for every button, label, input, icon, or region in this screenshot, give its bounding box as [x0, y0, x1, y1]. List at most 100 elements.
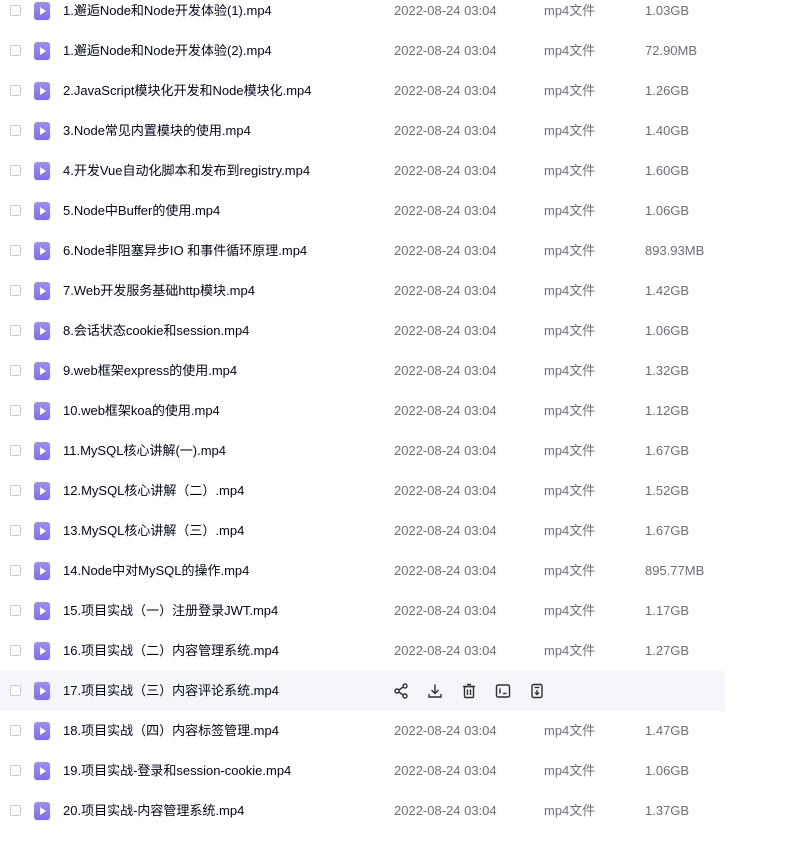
row-checkbox[interactable]: [10, 525, 21, 536]
row-checkbox[interactable]: [10, 85, 21, 96]
file-type: mp4文件: [544, 323, 596, 338]
file-type: mp4文件: [544, 563, 596, 578]
file-name[interactable]: 17.项目实战（三）内容评论系统.mp4: [63, 671, 279, 711]
file-name[interactable]: 9.web框架express的使用.mp4: [63, 351, 237, 391]
file-name[interactable]: 1.邂逅Node和Node开发体验(1).mp4: [63, 0, 272, 31]
file-row[interactable]: 16.项目实战（二）内容管理系统.mp4 2022-08-24 03:04 mp4文…: [0, 631, 725, 671]
delete-icon[interactable]: [460, 682, 478, 700]
row-checkbox[interactable]: [10, 325, 21, 336]
file-name[interactable]: 3.Node常见内置模块的使用.mp4: [63, 111, 251, 151]
file-name[interactable]: 7.Web开发服务基础http模块.mp4: [63, 271, 255, 311]
file-type: mp4文件: [544, 643, 596, 658]
file-name[interactable]: 11.MySQL核心讲解(一).mp4: [63, 431, 226, 471]
file-name[interactable]: 18.项目实战（四）内容标签管理.mp4: [63, 711, 279, 751]
row-checkbox[interactable]: [10, 645, 21, 656]
file-row[interactable]: 4.开发Vue自动化脚本和发布到registry.mp4 2022-08-24 0…: [0, 151, 725, 191]
file-type: mp4文件: [544, 763, 596, 778]
more-icon[interactable]: [528, 682, 546, 700]
row-checkbox[interactable]: [10, 445, 21, 456]
row-checkbox[interactable]: [10, 765, 21, 776]
file-size: 1.06GB: [645, 323, 690, 338]
file-type: mp4文件: [544, 603, 596, 618]
file-name[interactable]: 8.会话状态cookie和session.mp4: [63, 311, 249, 351]
video-file-icon: [34, 522, 50, 540]
video-file-icon: [34, 402, 50, 420]
row-checkbox[interactable]: [10, 245, 21, 256]
row-checkbox[interactable]: [10, 805, 21, 816]
file-row[interactable]: 1.邂逅Node和Node开发体验(2).mp4 2022-08-24 03:04…: [0, 31, 725, 71]
file-modified-date: 2022-08-24 03:04: [394, 563, 497, 578]
file-type: mp4文件: [544, 83, 596, 98]
file-row[interactable]: 12.MySQL核心讲解（二）.mp4 2022-08-24 03:04 mp4文件…: [0, 471, 725, 511]
file-row[interactable]: 17.项目实战（三）内容评论系统.mp4: [0, 671, 725, 711]
file-size: 1.37GB: [645, 803, 690, 818]
row-checkbox[interactable]: [10, 205, 21, 216]
file-size: 72.90MB: [645, 43, 698, 58]
file-row[interactable]: 6.Node非阻塞异步IO 和事件循环原理.mp4 2022-08-24 03:0…: [0, 231, 725, 271]
file-modified-date: 2022-08-24 03:04: [394, 83, 497, 98]
video-file-icon: [34, 2, 50, 20]
file-row[interactable]: 10.web框架koa的使用.mp4 2022-08-24 03:04 mp4文件 1…: [0, 391, 725, 431]
video-file-icon: [34, 762, 50, 780]
file-row[interactable]: 8.会话状态cookie和session.mp4 2022-08-24 03:04…: [0, 311, 725, 351]
file-name[interactable]: 15.项目实战（一）注册登录JWT.mp4: [63, 591, 278, 631]
row-checkbox[interactable]: [10, 5, 21, 16]
file-row[interactable]: 18.项目实战（四）内容标签管理.mp4 2022-08-24 03:04 mp4文…: [0, 711, 725, 751]
video-file-icon: [34, 362, 50, 380]
file-name[interactable]: 12.MySQL核心讲解（二）.mp4: [63, 471, 244, 511]
file-name[interactable]: 5.Node中Buffer的使用.mp4: [63, 191, 220, 231]
row-checkbox[interactable]: [10, 125, 21, 136]
row-checkbox[interactable]: [10, 685, 21, 696]
file-row[interactable]: 2.JavaScript模块化开发和Node模块化.mp4 2022-08-24 …: [0, 71, 725, 111]
file-modified-date: 2022-08-24 03:04: [394, 243, 497, 258]
file-row[interactable]: 14.Node中对MySQL的操作.mp4 2022-08-24 03:04 mp4…: [0, 551, 725, 591]
row-checkbox[interactable]: [10, 485, 21, 496]
file-type: mp4文件: [544, 203, 596, 218]
file-row[interactable]: 11.MySQL核心讲解(一).mp4 2022-08-24 03:04 mp4文件…: [0, 431, 725, 471]
file-size: 1.67GB: [645, 523, 690, 538]
file-row[interactable]: 9.web框架express的使用.mp4 2022-08-24 03:04 mp4…: [0, 351, 725, 391]
file-modified-date: 2022-08-24 03:04: [394, 3, 497, 18]
file-modified-date: 2022-08-24 03:04: [394, 483, 497, 498]
file-row[interactable]: 15.项目实战（一）注册登录JWT.mp4 2022-08-24 03:04 mp4…: [0, 591, 725, 631]
row-checkbox[interactable]: [10, 365, 21, 376]
file-row[interactable]: 5.Node中Buffer的使用.mp4 2022-08-24 03:04 mp4文…: [0, 191, 725, 231]
row-checkbox[interactable]: [10, 45, 21, 56]
file-name[interactable]: 2.JavaScript模块化开发和Node模块化.mp4: [63, 71, 312, 111]
video-file-icon: [34, 202, 50, 220]
file-name[interactable]: 4.开发Vue自动化脚本和发布到registry.mp4: [63, 151, 310, 191]
file-size: 895.77MB: [645, 563, 705, 578]
share-icon[interactable]: [392, 682, 410, 700]
file-name[interactable]: 6.Node非阻塞异步IO 和事件循环原理.mp4: [63, 231, 307, 271]
file-size: 1.06GB: [645, 763, 690, 778]
file-row[interactable]: 3.Node常见内置模块的使用.mp4 2022-08-24 03:04 mp4文件…: [0, 111, 725, 151]
row-checkbox[interactable]: [10, 725, 21, 736]
file-name[interactable]: 13.MySQL核心讲解（三）.mp4: [63, 511, 244, 551]
video-file-icon: [34, 122, 50, 140]
file-row[interactable]: 19.项目实战-登录和session-cookie.mp4 2022-08-24 …: [0, 751, 725, 791]
file-size: 1.12GB: [645, 403, 690, 418]
row-checkbox[interactable]: [10, 565, 21, 576]
file-name[interactable]: 19.项目实战-登录和session-cookie.mp4: [63, 751, 291, 791]
file-size: 1.42GB: [645, 283, 690, 298]
file-size: 1.52GB: [645, 483, 690, 498]
file-type: mp4文件: [544, 723, 596, 738]
file-name[interactable]: 1.邂逅Node和Node开发体验(2).mp4: [63, 31, 272, 71]
video-file-icon: [34, 162, 50, 180]
file-row[interactable]: 7.Web开发服务基础http模块.mp4 2022-08-24 03:04 mp4…: [0, 271, 725, 311]
download-icon[interactable]: [426, 682, 444, 700]
row-checkbox[interactable]: [10, 285, 21, 296]
rename-icon[interactable]: [494, 682, 512, 700]
file-row[interactable]: 20.项目实战-内容管理系统.mp4 2022-08-24 03:04 mp4文件 1…: [0, 791, 725, 831]
file-modified-date: 2022-08-24 03:04: [394, 123, 497, 138]
row-checkbox[interactable]: [10, 165, 21, 176]
file-row[interactable]: 1.邂逅Node和Node开发体验(1).mp4 2022-08-24 03:04…: [0, 0, 725, 31]
file-name[interactable]: 10.web框架koa的使用.mp4: [63, 391, 220, 431]
file-name[interactable]: 14.Node中对MySQL的操作.mp4: [63, 551, 249, 591]
file-row[interactable]: 13.MySQL核心讲解（三）.mp4 2022-08-24 03:04 mp4文件…: [0, 511, 725, 551]
file-name[interactable]: 16.项目实战（二）内容管理系统.mp4: [63, 631, 279, 671]
row-checkbox[interactable]: [10, 405, 21, 416]
file-name[interactable]: 20.项目实战-内容管理系统.mp4: [63, 791, 244, 831]
row-checkbox[interactable]: [10, 605, 21, 616]
file-size: 1.27GB: [645, 643, 690, 658]
